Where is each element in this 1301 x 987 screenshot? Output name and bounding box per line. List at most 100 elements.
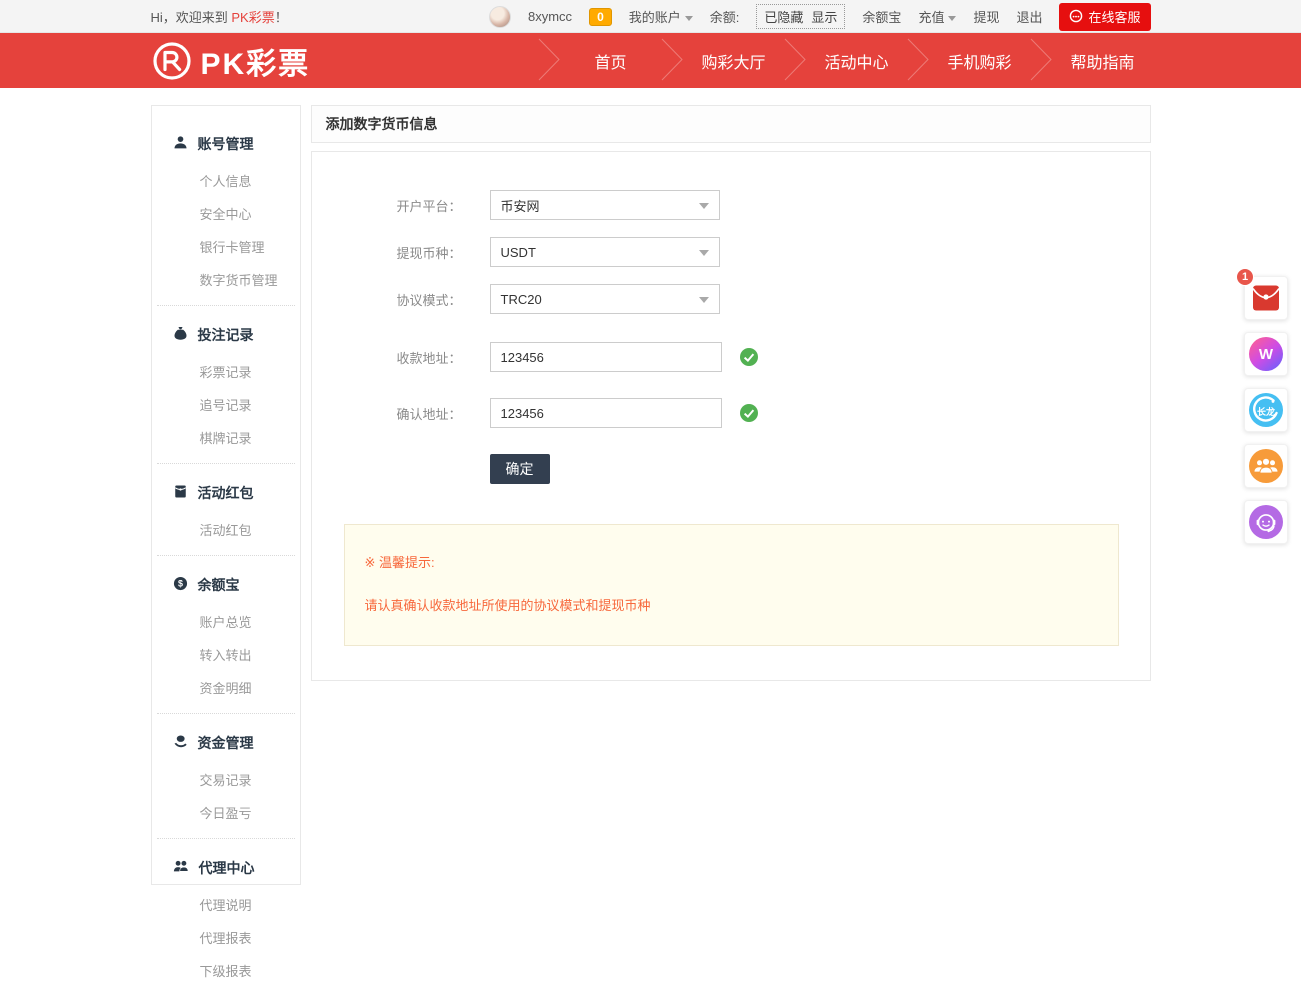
redpacket-float-button[interactable]: 1 bbox=[1244, 276, 1288, 320]
brand-name: PK彩票 bbox=[231, 10, 274, 25]
w-icon: W bbox=[1249, 337, 1283, 371]
user-icon bbox=[173, 135, 188, 153]
currency-select[interactable]: USDT bbox=[490, 237, 720, 267]
redpacket-icon bbox=[173, 484, 188, 502]
page-title: 添加数字货币信息 bbox=[311, 105, 1151, 143]
platform-select[interactable]: 币安网 bbox=[490, 190, 720, 220]
message-count-badge[interactable]: 0 bbox=[589, 8, 612, 26]
agents-icon bbox=[173, 859, 189, 877]
online-service-label: 在线客服 bbox=[1088, 7, 1140, 26]
nav-item-mobile-lottery[interactable]: 手机购彩 bbox=[932, 49, 1028, 73]
address-label: 收款地址： bbox=[312, 348, 462, 367]
nav-item-activity-center[interactable]: 活动中心 bbox=[809, 49, 905, 73]
sidebar-item-activity-redpacket[interactable]: 活动红包 bbox=[152, 513, 300, 546]
warm-tip-notice: ※ 温馨提示: 请认真确认收款地址所使用的协议模式和提现币种 bbox=[344, 524, 1119, 646]
main-navbar: PK彩票 首页 购彩大厅 活动中心 手机购彩 帮助指南 bbox=[0, 33, 1301, 88]
nav-chevron-separator bbox=[905, 32, 932, 90]
notification-badge: 1 bbox=[1236, 268, 1254, 286]
logo-text: PK彩票 bbox=[201, 39, 311, 83]
sidebar-section-account[interactable]: 账号管理 bbox=[152, 124, 300, 164]
sidebar-item-transfer-in-out[interactable]: 转入转出 bbox=[152, 638, 300, 671]
confirm-address-input[interactable] bbox=[490, 398, 722, 428]
service-float-button[interactable] bbox=[1244, 500, 1288, 544]
sidebar-section-title: 活动红包 bbox=[198, 483, 254, 503]
chevron-down-icon bbox=[699, 203, 709, 209]
sidebar-item-funds-detail[interactable]: 资金明细 bbox=[152, 671, 300, 704]
sidebar-section-title: 余额宝 bbox=[198, 575, 240, 595]
protocol-select[interactable]: TRC20 bbox=[490, 284, 720, 314]
sidebar-item-digital-currency[interactable]: 数字货币管理 bbox=[152, 263, 300, 296]
nav-chevron-separator bbox=[536, 32, 563, 90]
w-float-button[interactable]: W bbox=[1244, 332, 1288, 376]
chevron-down-icon bbox=[699, 250, 709, 256]
dollar-icon: $ bbox=[173, 576, 188, 594]
redpacket-icon bbox=[1251, 283, 1281, 313]
sidebar-item-agent-report[interactable]: 代理报表 bbox=[152, 921, 300, 954]
sidebar-section-title: 资金管理 bbox=[198, 733, 254, 753]
account-sidebar: 账号管理 个人信息 安全中心 银行卡管理 数字货币管理 投注记录 彩票记录 追号… bbox=[151, 105, 301, 885]
sidebar-section-redpacket[interactable]: 活动红包 bbox=[152, 473, 300, 513]
online-service-button[interactable]: 在线客服 bbox=[1059, 3, 1150, 31]
username[interactable]: 8xymcc bbox=[528, 9, 572, 24]
sidebar-item-today-profit[interactable]: 今日盈亏 bbox=[152, 796, 300, 829]
withdraw-link[interactable]: 提现 bbox=[973, 7, 999, 26]
sidebar-divider bbox=[157, 713, 295, 714]
sidebar-section-title: 投注记录 bbox=[198, 325, 254, 345]
group-icon bbox=[1249, 449, 1283, 483]
sidebar-item-boardgame-records[interactable]: 棋牌记录 bbox=[152, 421, 300, 454]
address-input[interactable] bbox=[490, 342, 722, 372]
site-logo[interactable]: PK彩票 bbox=[151, 39, 311, 83]
balance-hidden-status: 已隐藏 bbox=[764, 7, 803, 26]
floating-sidebar: 1 W 长龙 bbox=[1244, 276, 1288, 556]
sidebar-item-personal-info[interactable]: 个人信息 bbox=[152, 164, 300, 197]
sidebar-item-chase-records[interactable]: 追号记录 bbox=[152, 388, 300, 421]
sidebar-section-yuebao[interactable]: $ 余额宝 bbox=[152, 565, 300, 605]
balance-label: 余额: bbox=[710, 7, 740, 26]
balance-show-button[interactable]: 显示 bbox=[811, 7, 837, 26]
my-account-menu[interactable]: 我的账户 bbox=[629, 7, 693, 26]
chevron-down-icon bbox=[699, 297, 709, 303]
greeting-prefix: Hi，欢迎来到 bbox=[151, 10, 232, 25]
sidebar-item-bank-card[interactable]: 银行卡管理 bbox=[152, 230, 300, 263]
logout-link[interactable]: 退出 bbox=[1016, 7, 1042, 26]
community-float-button[interactable] bbox=[1244, 444, 1288, 488]
sidebar-item-lottery-records[interactable]: 彩票记录 bbox=[152, 355, 300, 388]
svg-text:$: $ bbox=[178, 579, 183, 589]
currency-select-value: USDT bbox=[501, 245, 536, 260]
chevron-down-icon bbox=[685, 16, 693, 21]
balance-hidden-box[interactable]: 已隐藏显示 bbox=[756, 4, 845, 29]
sidebar-section-title: 代理中心 bbox=[199, 858, 255, 878]
sidebar-section-funds[interactable]: 资金管理 bbox=[152, 723, 300, 763]
sidebar-item-subordinate-report[interactable]: 下级报表 bbox=[152, 954, 300, 987]
currency-label: 提现币种： bbox=[312, 243, 462, 262]
customer-service-icon bbox=[1069, 9, 1083, 23]
nav-item-home[interactable]: 首页 bbox=[563, 49, 659, 73]
avatar[interactable] bbox=[489, 6, 511, 28]
recharge-menu[interactable]: 充值 bbox=[918, 7, 956, 26]
sidebar-item-account-overview[interactable]: 账户总览 bbox=[152, 605, 300, 638]
sidebar-section-bet-records[interactable]: 投注记录 bbox=[152, 315, 300, 355]
main-content: 添加数字货币信息 开户平台： 币安网 提现币种： USDT 协议模式： bbox=[311, 105, 1151, 681]
sidebar-divider bbox=[157, 555, 295, 556]
changlong-label: 长龙 bbox=[1249, 405, 1283, 418]
nav-item-lottery-hall[interactable]: 购彩大厅 bbox=[686, 49, 782, 73]
sidebar-item-agent-description[interactable]: 代理说明 bbox=[152, 888, 300, 921]
submit-button[interactable]: 确定 bbox=[490, 454, 550, 484]
moneybag-icon bbox=[173, 326, 188, 344]
changlong-float-button[interactable]: 长龙 bbox=[1244, 388, 1288, 432]
sidebar-item-security-center[interactable]: 安全中心 bbox=[152, 197, 300, 230]
sidebar-section-agent[interactable]: 代理中心 bbox=[152, 848, 300, 888]
nav-chevron-separator bbox=[1028, 32, 1055, 90]
funds-icon bbox=[173, 734, 188, 752]
sidebar-divider bbox=[157, 305, 295, 306]
logo-ring-icon bbox=[151, 40, 193, 82]
confirm-address-label: 确认地址： bbox=[312, 404, 462, 423]
valid-check-icon bbox=[740, 404, 758, 422]
yuebao-link[interactable]: 余额宝 bbox=[862, 7, 901, 26]
changlong-icon: 长龙 bbox=[1249, 393, 1283, 427]
valid-check-icon bbox=[740, 348, 758, 366]
sidebar-item-transaction-records[interactable]: 交易记录 bbox=[152, 763, 300, 796]
notice-line: 请认真确认收款地址所使用的协议模式和提现币种 bbox=[365, 595, 1098, 614]
nav-item-help-guide[interactable]: 帮助指南 bbox=[1055, 49, 1151, 73]
platform-select-value: 币安网 bbox=[501, 196, 540, 215]
